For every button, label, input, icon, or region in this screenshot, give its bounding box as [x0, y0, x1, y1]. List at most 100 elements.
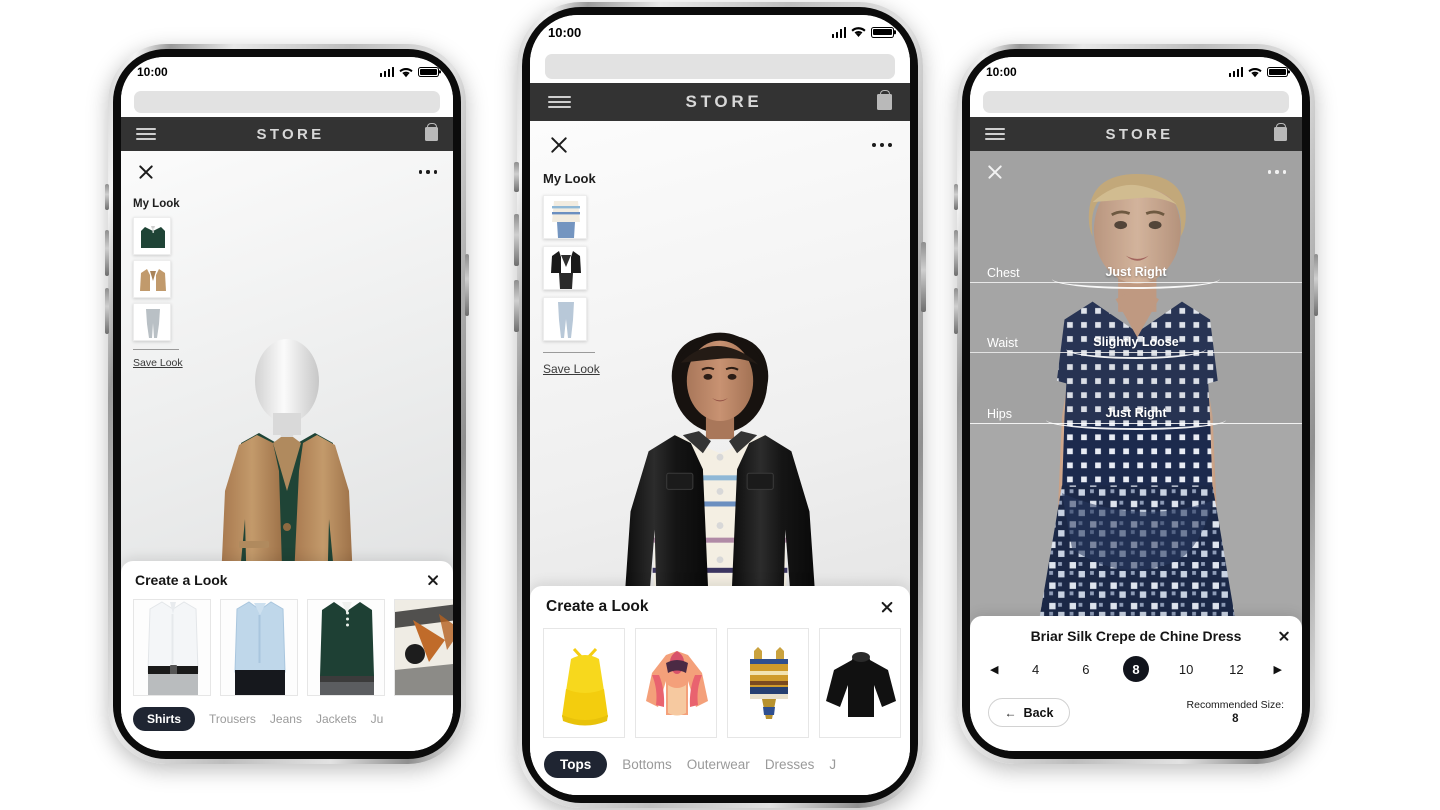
my-look-title: My Look: [133, 198, 180, 210]
my-look-item[interactable]: [133, 260, 171, 298]
more-options-icon[interactable]: [418, 170, 437, 174]
shopping-bag-icon[interactable]: [1274, 127, 1287, 141]
next-arrow-icon[interactable]: ▶: [1274, 663, 1282, 676]
product-card[interactable]: [133, 599, 211, 696]
my-look-item[interactable]: [543, 297, 587, 341]
size-option-4[interactable]: 4: [1023, 662, 1049, 677]
category-tab-jackets[interactable]: J: [829, 757, 836, 772]
category-tabs[interactable]: Tops Bottoms Outerwear Dresses J: [530, 751, 910, 778]
sheet-title: Create a Look: [135, 572, 228, 588]
category-tab-outerwear[interactable]: Outerwear: [687, 757, 750, 772]
size-option-12[interactable]: 12: [1223, 662, 1249, 677]
my-look-item[interactable]: [543, 246, 587, 290]
close-x-icon[interactable]: #p2 .sheet-close::before,#p2 .sheet-clos…: [880, 600, 894, 614]
volume-down-button[interactable]: [954, 288, 958, 334]
avatar-viewer[interactable]: #p1 .xicon::before,#p1 .xicon::after{wid…: [121, 151, 453, 751]
battery-icon: [871, 26, 894, 38]
back-button[interactable]: ← Back: [988, 698, 1070, 728]
category-tab-bottoms[interactable]: Bottoms: [622, 757, 672, 772]
hamburger-menu-icon[interactable]: [985, 127, 1005, 141]
avatar-viewer[interactable]: #p2 .xicon::before,#p2 .xicon::after{wid…: [530, 121, 910, 795]
close-x-icon[interactable]: #p3 .sheet-close::before,#p3 .sheet-clos…: [1278, 630, 1290, 642]
battery-icon: [418, 67, 439, 77]
fit-viewer[interactable]: #p3 .xicon::before,#p3 .xicon::after{wid…: [970, 151, 1302, 751]
close-x-icon[interactable]: #p3 .xicon::before,#p3 .xicon::after{wid…: [986, 163, 1004, 181]
category-tabs[interactable]: Shirts Trousers Jeans Jackets Ju: [121, 707, 453, 731]
viewer-toolbar: #p2 .xicon::before,#p2 .xicon::after{wid…: [530, 121, 910, 168]
status-time: 10:00: [137, 65, 168, 79]
size-option-8[interactable]: 8: [1122, 656, 1149, 682]
volume-up-button[interactable]: [514, 214, 519, 266]
category-tab-dresses[interactable]: Dresses: [765, 757, 815, 772]
screenshot-stage: 10:00 STORE My Look Save Look Create a L…: [0, 0, 1440, 810]
status-bar: 10:00: [970, 57, 1302, 87]
create-a-look-sheet: Create a Look #p1 .sheet-close::before,#…: [121, 561, 453, 751]
product-card[interactable]: [819, 628, 901, 738]
product-card[interactable]: [543, 628, 625, 738]
my-look-item[interactable]: [133, 303, 171, 341]
my-look-item[interactable]: [543, 195, 587, 239]
size-picker[interactable]: ◀ 4 6 8 10 12 ▶: [986, 656, 1286, 682]
mute-switch[interactable]: [514, 162, 519, 192]
product-card[interactable]: [394, 599, 453, 696]
app-bar: STORE: [970, 117, 1302, 151]
status-bar: 10:00: [530, 15, 910, 49]
category-tab-tops[interactable]: Tops: [544, 751, 608, 778]
product-card[interactable]: [635, 628, 717, 738]
product-card[interactable]: [307, 599, 385, 696]
category-tab-trousers[interactable]: Trousers: [209, 712, 256, 726]
save-look-link[interactable]: Save Look: [133, 357, 191, 369]
category-tab-jeans[interactable]: Jeans: [270, 712, 302, 726]
shopping-bag-icon[interactable]: [425, 127, 438, 141]
back-arrow-icon: ←: [1004, 705, 1017, 720]
browser-url-bar[interactable]: [121, 87, 453, 117]
save-look-link[interactable]: Save Look: [543, 362, 607, 376]
product-card-list[interactable]: [530, 628, 910, 738]
category-tab-jackets[interactable]: Jackets: [316, 712, 357, 726]
previous-arrow-icon[interactable]: ◀: [990, 663, 998, 676]
power-button[interactable]: [1314, 254, 1318, 316]
power-button[interactable]: [465, 254, 469, 316]
size-option-10[interactable]: 10: [1173, 662, 1199, 677]
viewer-toolbar: #p1 .xicon::before,#p1 .xicon::after{wid…: [121, 151, 453, 193]
product-card-list[interactable]: [121, 599, 453, 696]
my-look-item[interactable]: [133, 217, 171, 255]
power-button[interactable]: [921, 242, 926, 312]
category-tab-shirts[interactable]: Shirts: [133, 707, 196, 731]
url-pill[interactable]: [545, 53, 895, 79]
shopping-bag-icon[interactable]: [877, 94, 892, 110]
browser-url-bar[interactable]: [970, 87, 1302, 117]
volume-down-button[interactable]: [514, 280, 519, 332]
product-title: Briar Silk Crepe de Chine Dress: [1030, 628, 1242, 644]
browser-url-bar[interactable]: [530, 49, 910, 83]
size-option-6[interactable]: 6: [1073, 662, 1099, 677]
phone-left: 10:00 STORE My Look Save Look Create a L…: [105, 44, 469, 764]
close-x-icon[interactable]: #p2 .xicon::before,#p2 .xicon::after{wid…: [548, 134, 569, 155]
volume-down-button[interactable]: [105, 288, 109, 334]
volume-up-button[interactable]: [105, 230, 109, 276]
mute-switch[interactable]: [954, 184, 958, 210]
store-brand-title: STORE: [685, 92, 763, 111]
close-x-icon[interactable]: #p1 .sheet-close::before,#p1 .sheet-clos…: [426, 574, 439, 587]
close-x-icon[interactable]: #p1 .xicon::before,#p1 .xicon::after{wid…: [137, 163, 155, 181]
product-card[interactable]: [220, 599, 298, 696]
hamburger-menu-icon[interactable]: [548, 94, 571, 110]
my-look-title: My Look: [543, 171, 596, 186]
mute-switch[interactable]: [105, 184, 109, 210]
more-options-icon[interactable]: [1267, 170, 1286, 174]
fit-value-hips: Just Right: [1105, 406, 1167, 420]
product-card[interactable]: [727, 628, 809, 738]
store-brand-title: STORE: [256, 125, 325, 143]
category-tab-jumpers[interactable]: Ju: [371, 712, 384, 726]
phone-screen: 10:00 STORE: [121, 57, 453, 751]
fit-value-waist: Slightly Loose: [1093, 335, 1179, 349]
more-options-icon[interactable]: [872, 142, 892, 147]
my-look-panel: My Look Save Look: [543, 171, 607, 376]
url-pill[interactable]: [983, 91, 1289, 113]
status-time: 10:00: [986, 65, 1017, 79]
sheet-header: Briar Silk Crepe de Chine Dress #p3 .she…: [986, 616, 1286, 656]
volume-up-button[interactable]: [954, 230, 958, 276]
hamburger-menu-icon[interactable]: [136, 127, 156, 141]
recommended-size-value: 8: [1232, 713, 1239, 726]
url-pill[interactable]: [134, 91, 440, 113]
